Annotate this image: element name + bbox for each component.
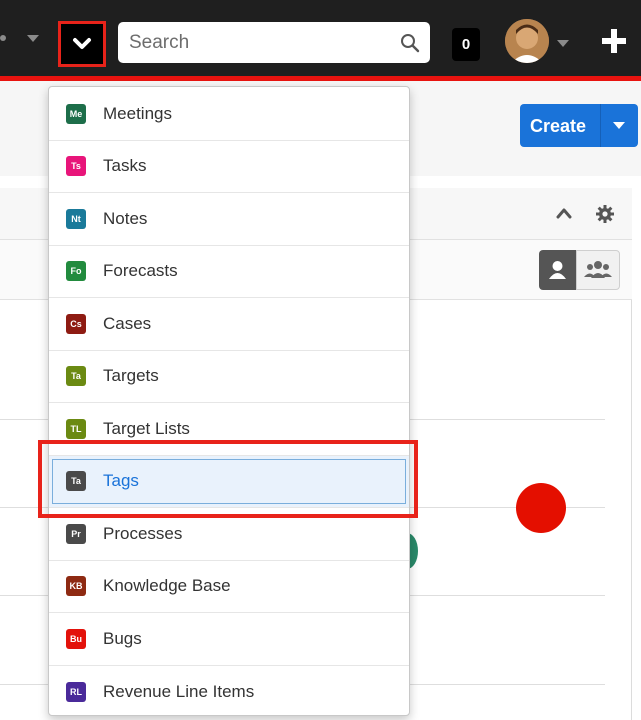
menu-item-label: Processes [103, 523, 183, 543]
module-tab-remnant [0, 35, 6, 41]
menu-item-processes[interactable]: Pr Processes [49, 508, 409, 561]
module-icon: Nt [66, 208, 86, 229]
chevron-down-icon [73, 38, 91, 49]
gear-icon[interactable] [595, 204, 615, 224]
menu-item-label: Meetings [103, 103, 172, 123]
chevron-down-icon [27, 35, 39, 42]
top-navbar: 0 [0, 0, 641, 76]
menu-item-notes[interactable]: Nt Notes [49, 193, 409, 246]
menu-item-label: Knowledge Base [103, 576, 231, 596]
module-icon: Bu [66, 628, 86, 649]
menu-item-label: Tags [103, 471, 139, 491]
status-indicator [516, 483, 566, 533]
module-icon: Fo [66, 261, 86, 282]
menu-item-label: Cases [103, 313, 152, 333]
menu-item-tasks[interactable]: Ts Tasks [49, 141, 409, 193]
module-icon: Ts [66, 156, 86, 177]
menu-item-label: Tasks [103, 156, 147, 176]
menu-item-revenue-line-items[interactable]: RL Revenue Line Items [49, 666, 409, 719]
more-modules-dropdown: Me Meetings Ts Tasks Nt Notes Fo Forecasts Cs Cas… [48, 86, 410, 716]
menu-item-label: Notes [103, 208, 148, 228]
module-icon: Ta [66, 366, 86, 387]
module-icon: Ta [66, 471, 86, 492]
menu-item-label: Revenue Line Items [103, 681, 255, 701]
my-items-filter-button[interactable] [539, 250, 576, 290]
menu-item-target-lists[interactable]: TL Target Lists [49, 403, 409, 456]
search-input[interactable] [118, 22, 388, 63]
menu-item-meetings[interactable]: Me Meetings [49, 88, 409, 141]
user-avatar[interactable] [505, 19, 549, 63]
module-icon: KB [66, 576, 86, 597]
user-menu-chevron-icon[interactable] [557, 40, 569, 47]
user-photo-icon [505, 19, 549, 63]
module-icon: Pr [66, 523, 86, 544]
group-icon [584, 261, 612, 278]
chevron-down-icon[interactable] [613, 122, 625, 129]
user-icon [549, 261, 566, 279]
create-button-label: Create [530, 116, 587, 136]
menu-item-label: Target Lists [103, 418, 190, 438]
menu-item-knowledge-base[interactable]: KB Knowledge Base [49, 561, 409, 613]
menu-item-label: Forecasts [103, 261, 178, 281]
module-icon: RL [66, 681, 86, 702]
menu-item-targets[interactable]: Ta Targets [49, 351, 409, 403]
menu-item-label: Bugs [103, 628, 142, 648]
module-tab-caret[interactable] [0, 26, 48, 52]
more-modules-button[interactable] [58, 21, 106, 67]
notifications-count-badge[interactable]: 0 [452, 28, 480, 61]
menu-item-tags[interactable]: Ta Tags [49, 455, 409, 508]
menu-item-forecasts[interactable]: Fo Forecasts [49, 246, 409, 298]
menu-item-cases[interactable]: Cs Cases [49, 298, 409, 351]
create-button-divider [600, 104, 601, 147]
module-icon: Cs [66, 313, 86, 334]
module-icon: TL [66, 418, 86, 439]
create-button[interactable]: Create [520, 104, 638, 147]
module-icon: Me [66, 103, 86, 124]
menu-item-bugs[interactable]: Bu Bugs [49, 613, 409, 666]
menu-item-label: Targets [103, 366, 159, 386]
quick-create-plus-icon[interactable] [598, 25, 630, 57]
search-box [118, 22, 430, 63]
team-items-filter-button[interactable] [576, 250, 620, 290]
chevron-up-icon[interactable] [556, 206, 572, 220]
search-icon[interactable] [400, 33, 420, 53]
